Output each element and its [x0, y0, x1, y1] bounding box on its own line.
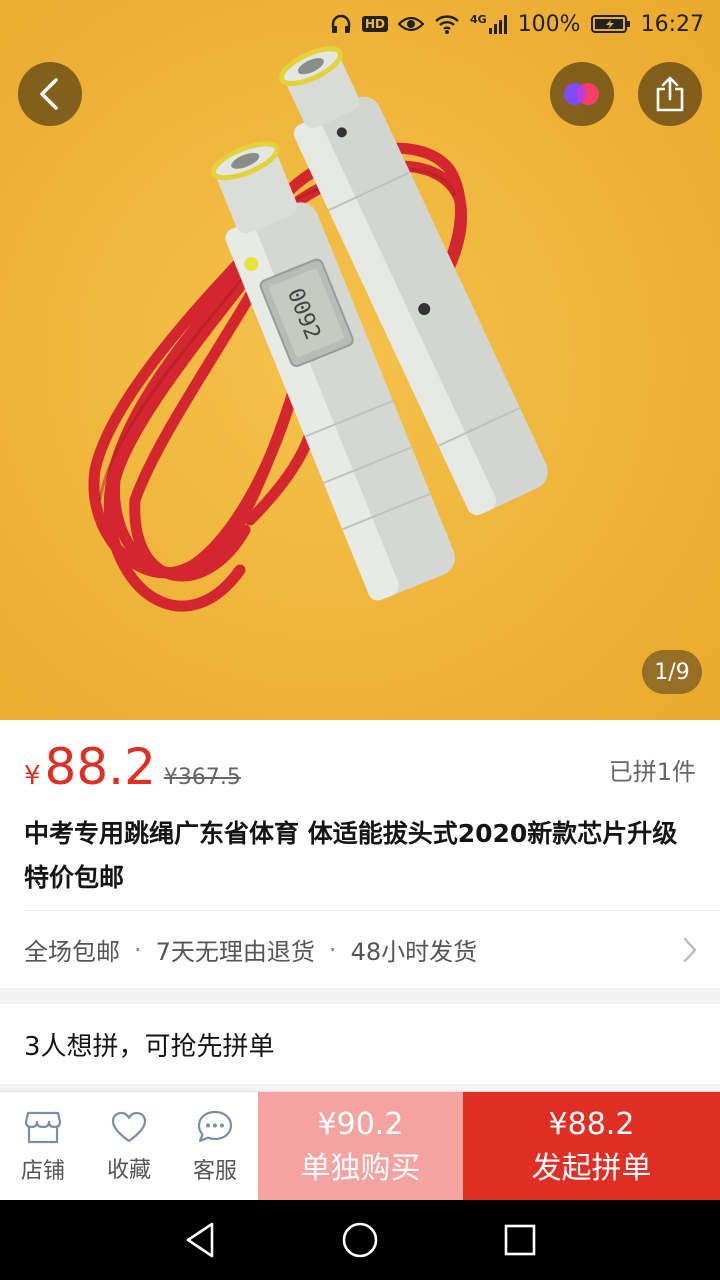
favorite-button[interactable]: 收藏: [86, 1092, 172, 1202]
service-separator: ·: [328, 935, 337, 964]
favorite-label: 收藏: [106, 1158, 151, 1183]
share-button[interactable]: [638, 62, 702, 126]
service-7day-return: 7天无理由退货: [155, 938, 315, 966]
eye-icon: [398, 14, 424, 34]
group-buy-price: ¥88.2: [548, 1107, 635, 1142]
sold-count: 已拼1件: [608, 758, 696, 786]
heart-icon: [111, 1111, 147, 1143]
group-buy-label: 发起拼单: [531, 1151, 652, 1186]
group-price: 88.2: [44, 738, 156, 796]
product-info: ¥ 88.2 ¥367.5 已拼1件 中考专用跳绳广东省体育 体适能拔头式202…: [0, 720, 720, 988]
divider: [24, 910, 720, 911]
store-label: 店铺: [20, 1159, 65, 1184]
nav-recents-icon[interactable]: [502, 1220, 538, 1264]
store-icon: [24, 1111, 62, 1144]
system-navigation-bar: [0, 1200, 720, 1280]
price-row: ¥ 88.2 ¥367.5: [24, 738, 241, 796]
battery-percent: 100%: [517, 11, 581, 37]
customer-service-button[interactable]: 客服: [172, 1092, 258, 1202]
group-buy-tip-text: 3人想拼，可抢先拼单: [24, 1032, 275, 1062]
chevron-left-icon: [40, 78, 58, 110]
hd-icon: HD: [361, 16, 388, 32]
nav-back-icon[interactable]: [184, 1220, 216, 1264]
clock: 16:27: [640, 11, 704, 37]
store-button[interactable]: 店铺: [0, 1092, 86, 1202]
group-buy-tip[interactable]: 3人想拼，可抢先拼单: [0, 1004, 720, 1084]
signal-icon: 4G: [470, 13, 508, 35]
brand-button[interactable]: [550, 62, 614, 126]
chat-bubble-icon: [197, 1110, 233, 1143]
brand-logo-icon: [564, 83, 599, 105]
product-photo: 0092: [0, 0, 720, 720]
solo-label: 单独购买: [300, 1151, 421, 1186]
headphones-icon: [330, 13, 352, 35]
status-bar: HD 4G 100% 16:27: [0, 0, 720, 48]
share-icon: [656, 76, 684, 112]
start-group-buy-button[interactable]: ¥88.2 发起拼单: [463, 1092, 720, 1202]
back-button[interactable]: [18, 62, 82, 126]
currency-symbol: ¥: [24, 761, 41, 791]
service-48h-dispatch: 48小时发货: [350, 938, 478, 966]
original-price: ¥367.5: [163, 765, 241, 790]
customer-service-label: 客服: [192, 1159, 237, 1184]
chevron-right-icon[interactable]: [682, 936, 698, 968]
nav-home-icon[interactable]: [340, 1220, 380, 1264]
bottom-action-bar: 店铺 收藏 客服 ¥90.2 单独购买 ¥88.2 发起拼单: [0, 1091, 720, 1202]
solo-price: ¥90.2: [317, 1107, 404, 1142]
buy-alone-button[interactable]: ¥90.2 单独购买: [258, 1092, 463, 1202]
battery-icon: [590, 14, 631, 34]
page-indicator: 1/9: [642, 650, 702, 694]
product-image-gallery[interactable]: 0092 HD 4G 100% 16:27 1/9: [0, 0, 720, 720]
network-label: 4G: [470, 13, 487, 26]
service-free-shipping: 全场包邮: [24, 938, 120, 966]
service-separator: ·: [134, 935, 142, 964]
wifi-icon: [434, 13, 460, 35]
service-guarantees[interactable]: 全场包邮 · 7天无理由退货 · 48小时发货: [24, 932, 477, 967]
product-title: 中考专用跳绳广东省体育 体适能拔头式2020新款芯片升级 特价包邮: [24, 819, 678, 892]
